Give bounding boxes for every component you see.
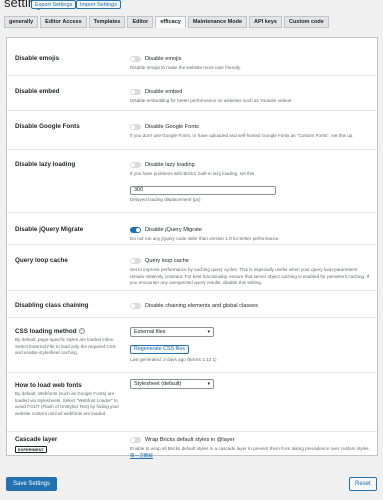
css-loading-select[interactable]: External files ▾ [130,327,214,337]
web-fonts-select[interactable]: Stylesheet (default) ▾ [130,379,214,389]
setting-title: Disabling class chaining [15,302,89,309]
toggle-knob [136,228,140,232]
setting-description: Enable to wrap all Bricks default styles… [130,446,370,459]
setting-row-emojis: Disable emojis Disable emojis Disable em… [7,38,377,76]
setting-control: Stylesheet (default) ▾ [130,379,370,389]
select-value: Stylesheet (default) [134,381,182,387]
setting-description: If you don't use Google Fonts, or have u… [130,133,354,138]
description-text: Enable to wrap all Bricks default styles… [130,446,370,451]
reset-button[interactable]: Reset [349,477,377,491]
setting-title: Disable emojis [15,55,60,62]
tab-editor[interactable]: Editor [127,16,154,28]
select-value: External files [134,329,166,335]
setting-control: Disable lazy loading If you have problem… [130,161,370,203]
setting-description: Disable embedding for better performance… [130,98,293,103]
setting-control: Disable emojis Disable emojis to make th… [130,55,370,72]
toggle-label: Query loop cache [145,258,189,264]
learn-more-link[interactable]: 單一次瞭解 [130,453,153,458]
cascade-layer-toggle[interactable] [130,437,141,443]
input-caption: Delayed loading displacement (px) [130,196,201,202]
toggle-label: Disable Google Fonts [145,124,199,130]
header-bar: setting Export Settings Import Settings [0,0,383,12]
chevron-down-icon: ▾ [207,329,210,335]
setting-title: Query loop cache [15,257,68,264]
setting-title: Disable embed [15,88,60,95]
setting-title: Cascade layer [15,436,58,443]
setting-row-cascade-layer: Cascade layer EXPERIMENT Wrap Bricks def… [7,432,377,458]
toggle-label: Wrap Bricks default styles in @layer [145,437,235,443]
setting-title: How to load web fonts [15,382,82,389]
tab-editor-access[interactable]: Editor Access [40,16,87,28]
setting-control: Disable chaining elements and global cla… [130,302,370,310]
setting-title: CSS loading method? [15,328,85,335]
setting-row-css-loading: CSS loading method? By default, page-spe… [7,318,377,373]
setting-row-query-cache: Query loop cache Query loop cache Set to… [7,245,377,291]
setting-description: Disable emojis to make the website more … [130,65,241,70]
setting-title: Disable jQuery Migrate [15,226,84,233]
setting-description: Do not run any jQuery code older than ve… [130,236,280,241]
google-fonts-toggle[interactable] [130,124,141,130]
setting-row-web-fonts: How to load web fonts By default, Webfon… [7,373,377,432]
toggle-label: Disable lazy loading [145,162,195,168]
save-settings-button[interactable]: Save Settings [6,477,58,491]
tab-maintenance-mode[interactable]: Maintenance Mode [187,16,248,28]
toggle-knob [131,438,135,442]
toggle-knob [131,90,135,94]
toggle-knob [131,125,135,129]
setting-title: Disable Google Fonts [15,123,80,130]
help-icon[interactable]: ? [78,328,85,335]
experiment-badge: EXPERIMENT [15,446,48,453]
setting-control: Wrap Bricks default styles in @layer Ena… [130,436,370,459]
setting-description: Set to improve performance by caching qu… [130,267,370,285]
class-chaining-toggle[interactable] [130,303,141,309]
export-settings-button[interactable]: Export Settings [31,0,77,9]
setting-row-lazy-loading: Disable lazy loading Disable lazy loadin… [7,150,377,213]
toggle-label: Disable chaining elements and global cla… [145,303,258,309]
toggle-label: Disable embed [145,89,183,95]
tab-templates[interactable]: Templates [88,16,126,28]
tab-api-keys[interactable]: API keys [249,16,282,28]
setting-row-jquery-migrate: Disable jQuery Migrate Disable jQuery Mi… [7,213,377,245]
last-generated-text: Last generated: 3 days ago (Bricks 1.12.… [130,357,217,362]
regenerate-css-button[interactable]: Regenerate CSS files [130,345,189,354]
setting-title: Disable lazy loading [15,161,76,168]
chevron-down-icon: ▾ [207,381,210,387]
settings-panel: Disable emojis Disable emojis Disable em… [6,37,378,458]
toggle-label: Disable emojis [145,56,182,62]
import-settings-button[interactable]: Import Settings [76,0,121,9]
toggle-label: Disable jQuery Migrate [145,227,202,233]
setting-title-text: CSS loading method [15,328,77,335]
tab-custom-code[interactable]: Custom code [283,16,329,28]
settings-tabs: generally Editor Access Templates Editor… [4,16,329,28]
setting-control: External files ▾ Regenerate CSS files La… [130,327,370,364]
emojis-toggle[interactable] [130,56,141,62]
setting-row-embed: Disable embed Disable embed Disable embe… [7,76,377,111]
tab-generally[interactable]: generally [4,16,39,28]
setting-row-google-fonts: Disable Google Fonts Disable Google Font… [7,111,377,150]
toggle-knob [131,57,135,61]
lazy-loading-toggle[interactable] [130,162,141,168]
lazy-loading-offset-input[interactable]: 300 [130,185,276,195]
setting-control: Query loop cache Set to improve performa… [130,257,370,287]
toggle-knob [131,304,135,308]
setting-control: Disable embed Disable embedding for bett… [130,88,370,105]
embed-toggle[interactable] [130,89,141,95]
toggle-knob [131,259,135,263]
tab-efficacy[interactable]: efficacy [155,16,186,28]
setting-control: Disable jQuery Migrate Do not run any jQ… [130,226,370,243]
setting-subtext: By default, page-specific styles are loa… [15,337,116,355]
setting-subtext: By default, Webfonts (such as Google Fon… [15,391,119,416]
jquery-migrate-toggle[interactable] [130,227,141,233]
query-cache-toggle[interactable] [130,258,141,264]
setting-control: Disable Google Fonts If you don't use Go… [130,123,370,140]
setting-row-class-chaining: Disabling class chaining Disable chainin… [7,291,377,318]
setting-description: If you have problems with Bricks' built-… [130,171,255,176]
toggle-knob [131,163,135,167]
